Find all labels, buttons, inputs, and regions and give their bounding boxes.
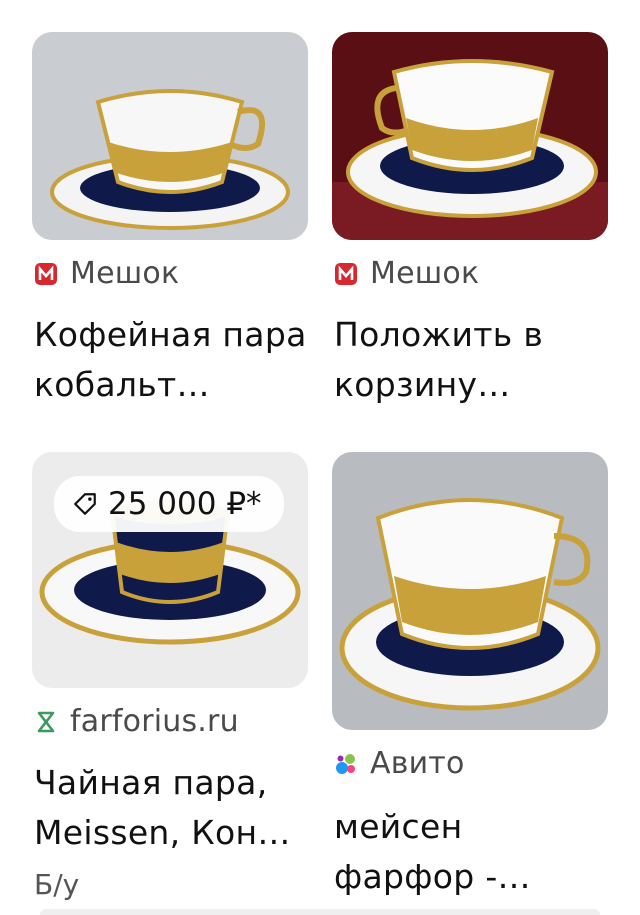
result-title[interactable]: мейсен фарфор -… bbox=[334, 802, 531, 902]
cup-saucer-image bbox=[332, 32, 608, 240]
source-name: farforius.ru bbox=[70, 704, 239, 739]
farforius-logo-icon bbox=[34, 710, 58, 734]
product-image[interactable] bbox=[332, 32, 608, 240]
title-line: Кофейная пара bbox=[34, 315, 307, 354]
meshok-logo-icon bbox=[334, 262, 358, 286]
result-card[interactable]: Мешок Кофейная пара кобальт… bbox=[0, 0, 320, 440]
product-image[interactable] bbox=[332, 452, 608, 730]
title-line: Meissen, Кон… bbox=[34, 813, 291, 852]
source-name: Мешок bbox=[70, 256, 180, 291]
title-line: мейсен bbox=[334, 807, 463, 846]
title-line: кобальт… bbox=[34, 365, 210, 404]
title-line: Положить в bbox=[334, 315, 544, 354]
result-title[interactable]: Чайная пара, Meissen, Кон… bbox=[34, 758, 291, 858]
cup-saucer-image bbox=[32, 32, 308, 240]
result-card[interactable]: Авито мейсен фарфор -… bbox=[320, 440, 640, 915]
title-line: корзину… bbox=[334, 365, 511, 404]
result-title[interactable]: Положить в корзину… bbox=[334, 310, 543, 410]
avito-logo-icon bbox=[334, 752, 358, 776]
product-image[interactable] bbox=[32, 32, 308, 240]
meshok-logo-icon bbox=[34, 262, 58, 286]
cup-saucer-image bbox=[332, 452, 608, 730]
source-name: Мешок bbox=[370, 256, 480, 291]
condition-label: Б/у bbox=[34, 868, 80, 901]
price-value: 25 000 ₽* bbox=[108, 486, 262, 522]
price-badge: 25 000 ₽* bbox=[54, 476, 284, 532]
price-tag-icon bbox=[74, 493, 96, 515]
result-card[interactable]: Мешок Положить в корзину… bbox=[320, 0, 640, 440]
result-card[interactable]: 25 000 ₽* farforius.ru Чайная пара, Meis… bbox=[0, 440, 320, 915]
title-line: фарфор -… bbox=[334, 857, 531, 896]
title-line: Чайная пара, bbox=[34, 763, 268, 802]
result-title[interactable]: Кофейная пара кобальт… bbox=[34, 310, 307, 410]
bottom-sheet-edge bbox=[40, 909, 600, 915]
source-name: Авито bbox=[370, 746, 465, 781]
product-image[interactable]: 25 000 ₽* bbox=[32, 452, 308, 688]
